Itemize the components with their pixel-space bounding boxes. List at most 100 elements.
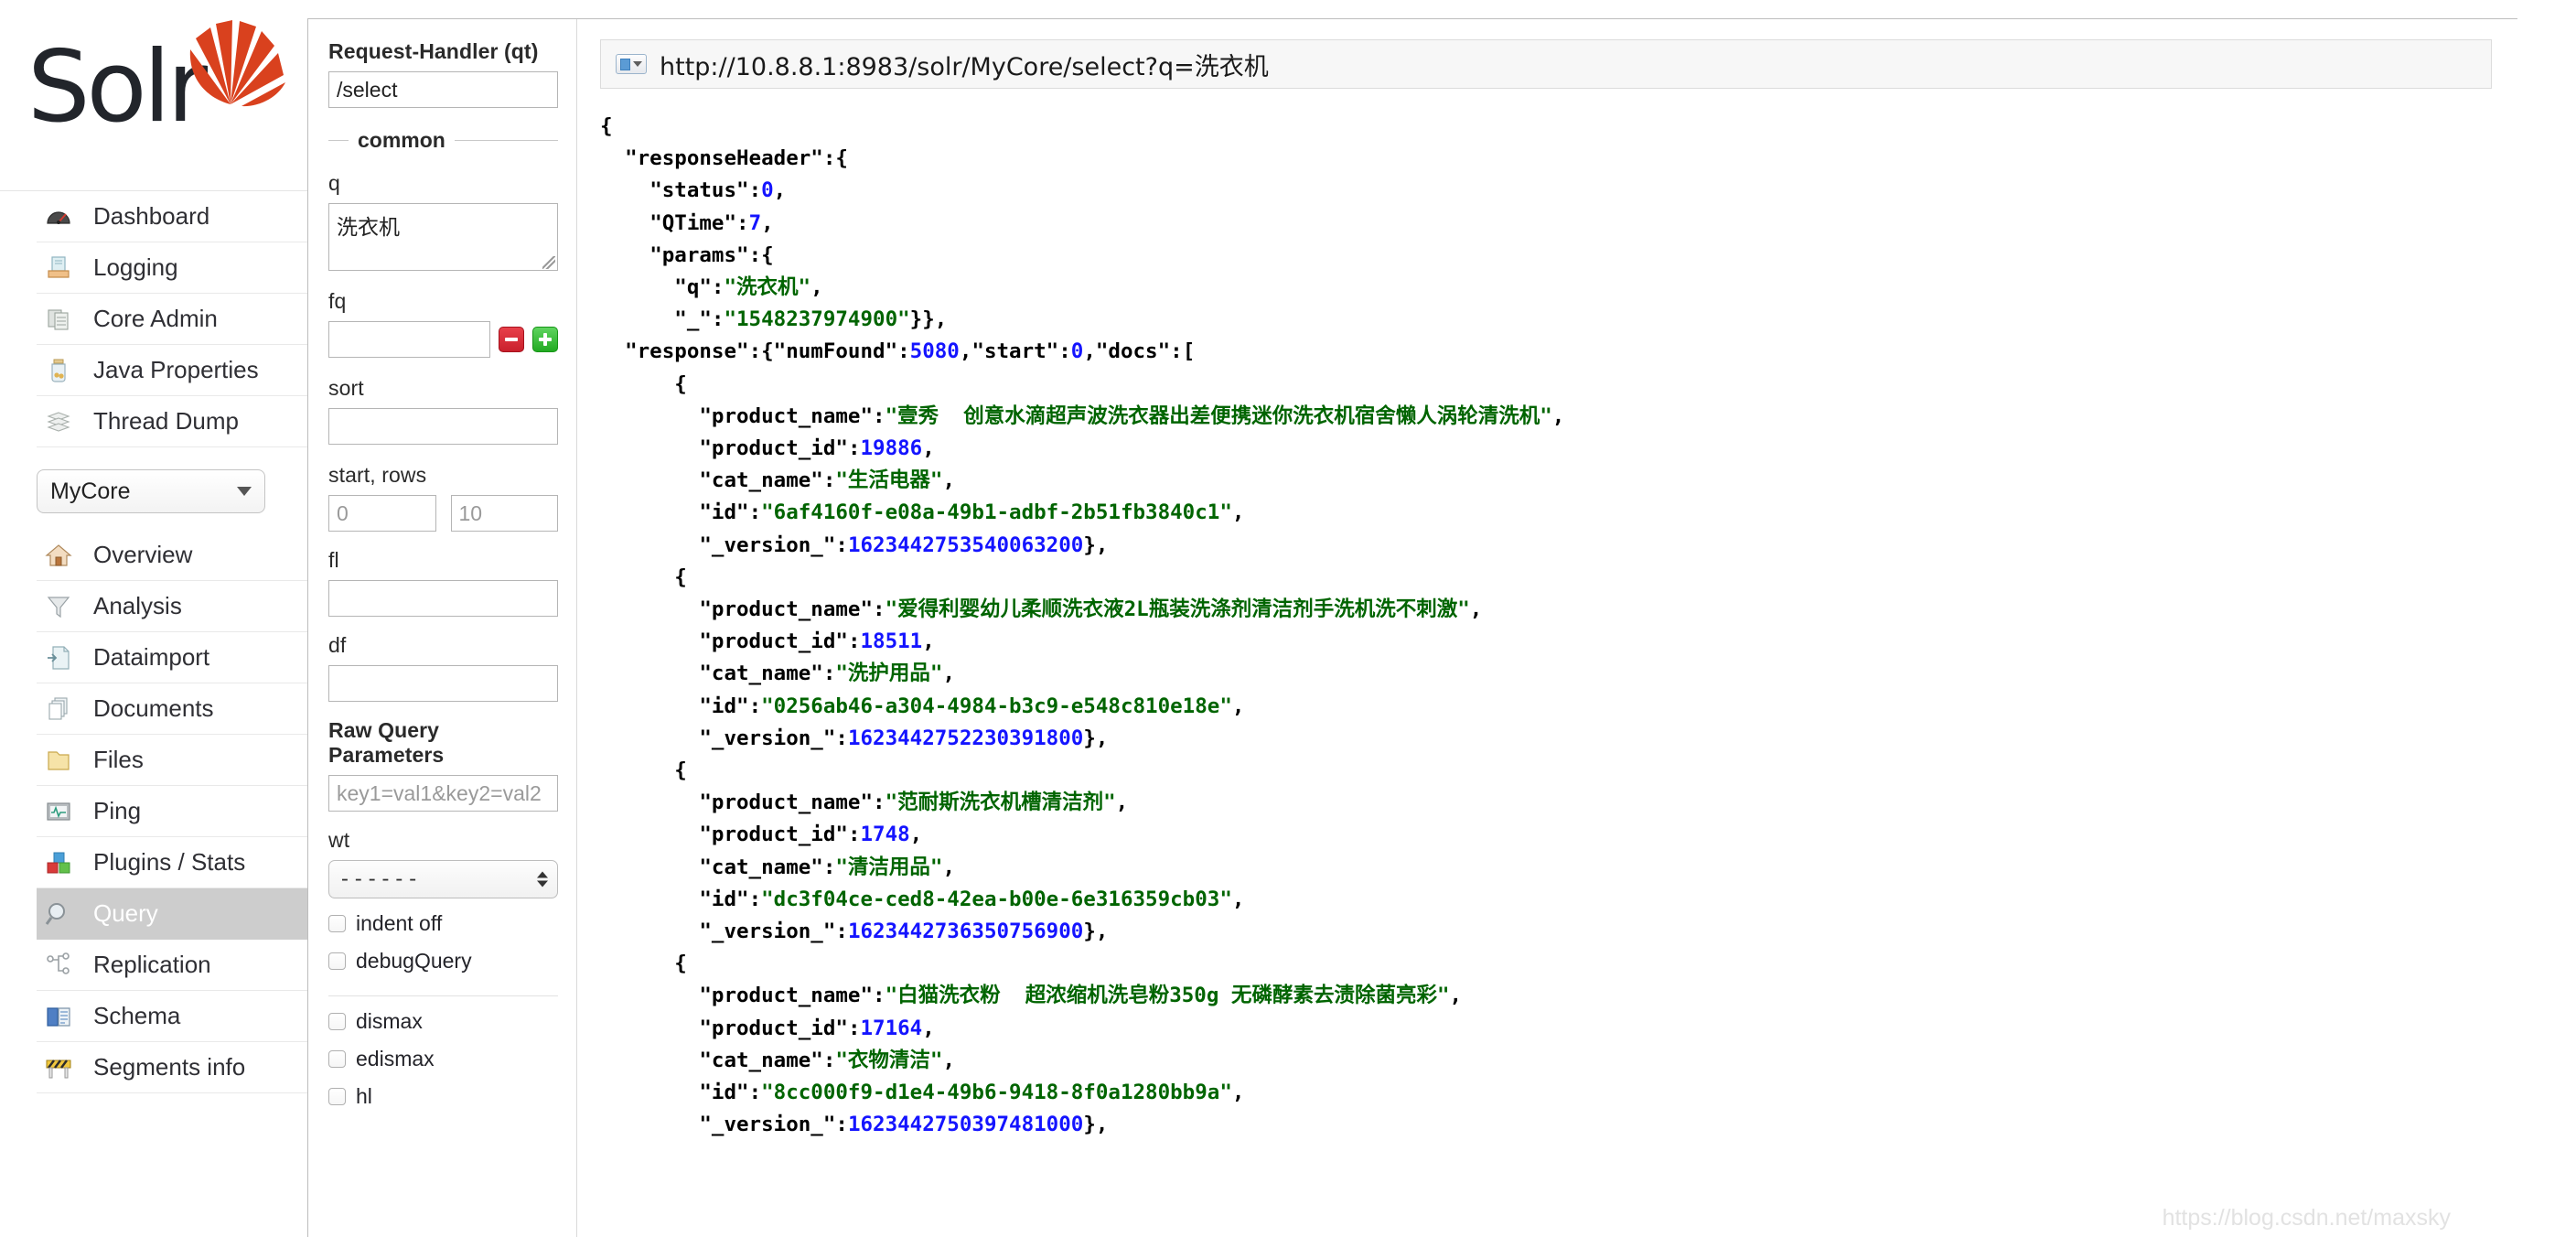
fq-add-button[interactable] (532, 327, 558, 352)
core-selector-wrap: MyCore (37, 469, 265, 513)
hl-label: hl (356, 1084, 372, 1108)
sidebar-item-label: Ping (93, 797, 142, 824)
edismax-checkbox-row[interactable]: edismax (328, 1047, 558, 1071)
hl-checkbox[interactable] (328, 1088, 346, 1105)
sidebar-item-documents[interactable]: Documents (37, 683, 307, 735)
replication-nodes-icon (44, 951, 73, 980)
indent-off-label: indent off (356, 911, 443, 935)
divider (328, 995, 558, 996)
solr-admin-page: Solr Dashboard Logging Core Admin Java P… (0, 0, 2576, 1237)
debug-query-label: debugQuery (356, 949, 472, 973)
raw-query-parameters-label: Raw Query Parameters (328, 718, 445, 767)
sidebar-item-schema[interactable]: Schema (37, 991, 307, 1042)
wt-select-value: ------ (338, 867, 421, 891)
sidebar-item-files[interactable]: Files (37, 735, 307, 786)
json-response-view: { "responseHeader":{ "status":0, "QTime"… (600, 114, 1565, 1137)
sidebar-core-nav: Overview Analysis Dataimport Documents F… (0, 530, 307, 1093)
dataimport-page-icon (44, 643, 73, 672)
query-form-pane: Request-Handler (qt) /select common q 洗衣… (308, 19, 577, 1237)
core-selector[interactable]: MyCore (37, 469, 265, 513)
start-rows-row: 0 10 (328, 495, 558, 532)
fq-input[interactable] (328, 321, 490, 358)
sidebar: Solr Dashboard Logging Core Admin Java P… (0, 0, 307, 1237)
dismax-checkbox[interactable] (328, 1013, 346, 1030)
logging-tray-icon (44, 253, 73, 283)
sidebar-item-segments-info[interactable]: Segments info (37, 1042, 307, 1093)
q-value: 洗衣机 (337, 216, 400, 240)
magnifier-icon (44, 899, 73, 929)
sidebar-item-label: Query (93, 899, 158, 927)
sidebar-item-overview[interactable]: Overview (37, 530, 307, 581)
schema-book-icon (44, 1002, 73, 1031)
thread-dump-stack-icon (44, 407, 73, 436)
hl-checkbox-row[interactable]: hl (328, 1084, 558, 1109)
watermark: https://blog.csdn.net/maxsky (2162, 1205, 2451, 1231)
folder-icon (44, 746, 73, 775)
sidebar-item-ping[interactable]: Ping (37, 786, 307, 837)
solr-sunburst-icon (189, 20, 285, 107)
segments-barrier-icon (44, 1053, 73, 1082)
sidebar-item-logging[interactable]: Logging (37, 242, 307, 294)
result-url-text: http://10.8.8.1:8983/solr/MyCore/select?… (660, 52, 1269, 81)
dismax-label: dismax (356, 1009, 423, 1033)
q-textarea[interactable]: 洗衣机 (328, 203, 558, 271)
dismax-checkbox-row[interactable]: dismax (328, 1009, 558, 1034)
sidebar-item-label: Segments info (93, 1053, 246, 1081)
sidebar-item-label: Dashboard (93, 202, 210, 230)
content-panel: Request-Handler (qt) /select common q 洗衣… (307, 18, 2517, 1237)
resize-grip-icon[interactable] (542, 256, 555, 269)
sidebar-item-dashboard[interactable]: Dashboard (37, 191, 307, 242)
select-arrows-icon (537, 871, 548, 887)
sidebar-item-query[interactable]: Query (37, 888, 307, 940)
sidebar-item-core-admin[interactable]: Core Admin (37, 294, 307, 345)
sidebar-item-plugins-stats[interactable]: Plugins / Stats (37, 837, 307, 888)
dashboard-gauge-icon (44, 202, 73, 231)
indent-off-checkbox[interactable] (328, 915, 346, 932)
wt-select[interactable]: ------ (328, 860, 558, 898)
fq-remove-button[interactable] (499, 327, 524, 352)
indent-off-checkbox-row[interactable]: indent off (328, 911, 558, 936)
wt-label: wt (328, 828, 350, 852)
sidebar-global-nav: Dashboard Logging Core Admin Java Proper… (0, 190, 307, 447)
request-handler-input[interactable]: /select (328, 71, 558, 108)
request-handler-label: Request-Handler (qt) (328, 39, 539, 63)
legend-line (454, 140, 558, 141)
sidebar-item-label: Analysis (93, 592, 182, 619)
chevron-down-icon (237, 487, 252, 496)
sidebar-item-label: Files (93, 746, 144, 773)
sidebar-item-analysis[interactable]: Analysis (37, 581, 307, 632)
sidebar-item-label: Replication (93, 951, 211, 978)
ping-monitor-icon (44, 797, 73, 826)
fq-row (328, 321, 558, 358)
url-page-dropdown-icon[interactable] (616, 54, 647, 74)
solr-logo[interactable]: Solr (0, 0, 307, 190)
home-icon (44, 541, 73, 570)
sidebar-item-dataimport[interactable]: Dataimport (37, 632, 307, 683)
start-input[interactable]: 0 (328, 495, 436, 532)
debug-query-checkbox[interactable] (328, 952, 346, 970)
sidebar-item-replication[interactable]: Replication (37, 940, 307, 991)
minus-icon (505, 338, 518, 341)
raw-query-parameters-input[interactable]: key1=val1&key2=val2 (328, 775, 558, 812)
df-input[interactable] (328, 665, 558, 702)
sort-input[interactable] (328, 408, 558, 445)
sidebar-item-label: Overview (93, 541, 193, 568)
sidebar-item-label: Core Admin (93, 305, 218, 332)
sidebar-item-java-properties[interactable]: Java Properties (37, 345, 307, 396)
fq-label: fq (328, 289, 347, 313)
fl-input[interactable] (328, 580, 558, 617)
java-properties-jar-icon (44, 356, 73, 385)
result-pane: http://10.8.8.1:8983/solr/MyCore/select?… (578, 19, 2517, 1237)
sidebar-item-thread-dump[interactable]: Thread Dump (37, 396, 307, 447)
plus-icon (539, 333, 552, 346)
result-url-bar[interactable]: http://10.8.8.1:8983/solr/MyCore/select?… (600, 39, 2492, 89)
start-rows-label: start, rows (328, 463, 427, 487)
core-selector-value: MyCore (50, 478, 131, 504)
sidebar-item-label: Thread Dump (93, 407, 239, 435)
rows-input[interactable]: 10 (450, 495, 558, 532)
core-admin-servers-icon (44, 305, 73, 334)
sidebar-item-label: Plugins / Stats (93, 848, 246, 876)
edismax-checkbox[interactable] (328, 1050, 346, 1068)
edismax-label: edismax (356, 1047, 435, 1070)
debug-query-checkbox-row[interactable]: debugQuery (328, 949, 558, 973)
